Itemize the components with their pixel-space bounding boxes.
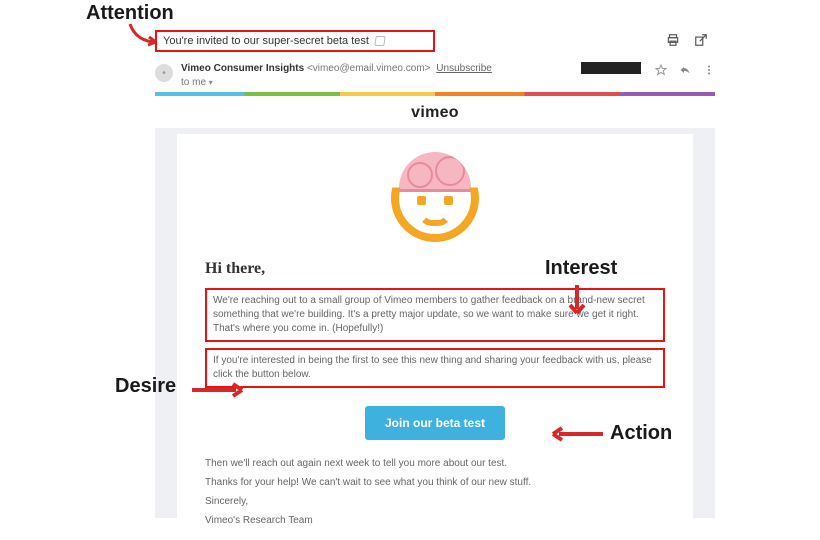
email-card: Hi there, We're reaching out to a small …	[177, 134, 693, 540]
email-body-container: vimeo Hi there, We're reaching out to a …	[155, 92, 715, 518]
print-icon[interactable]	[666, 33, 680, 47]
brand-logo: vimeo	[155, 96, 715, 128]
star-icon[interactable]	[655, 64, 667, 76]
paragraph-desire: If you're interested in being the first …	[205, 348, 665, 388]
chevron-down-icon[interactable]: ▾	[209, 78, 213, 87]
subject-text: You're invited to our super-secret beta …	[163, 35, 369, 47]
arrow-interest	[565, 283, 589, 317]
sender-name: Vimeo Consumer Insights	[181, 63, 304, 74]
open-new-icon[interactable]	[694, 33, 708, 47]
to-line: to me	[181, 77, 206, 88]
arrow-action	[545, 424, 605, 444]
aida-email-illustration: Attention You're invited to our super-se…	[0, 0, 820, 518]
signature: Vimeo's Research Team	[205, 513, 665, 528]
email-header: • Vimeo Consumer Insights <vimeo@email.v…	[155, 62, 715, 89]
annotation-desire: Desire	[115, 375, 176, 398]
message-top-actions	[666, 33, 708, 47]
sender-address: <vimeo@email.vimeo.com>	[307, 63, 431, 74]
annotation-action: Action	[610, 422, 672, 445]
cta-button[interactable]: Join our beta test	[365, 406, 505, 440]
arrow-desire	[190, 380, 248, 400]
annotation-interest: Interest	[545, 257, 617, 280]
after-text: Then we'll reach out again next week to …	[205, 448, 665, 528]
more-icon[interactable]	[703, 64, 715, 76]
label-chip-icon	[374, 36, 385, 46]
after-line-2: Thanks for your help! We can't wait to s…	[205, 475, 665, 490]
after-line-1: Then we'll reach out again next week to …	[205, 456, 665, 471]
header-action-icons	[655, 64, 715, 76]
signoff: Sincerely,	[205, 494, 665, 509]
redacted-date	[581, 62, 641, 74]
avatar: •	[155, 64, 173, 82]
unsubscribe-link[interactable]: Unsubscribe	[436, 63, 492, 74]
reply-icon[interactable]	[679, 64, 691, 76]
hero-illustration	[205, 152, 665, 260]
subject-box: You're invited to our super-secret beta …	[155, 30, 435, 52]
sender-block: Vimeo Consumer Insights <vimeo@email.vim…	[181, 62, 492, 89]
paragraph-interest: We're reaching out to a small group of V…	[205, 288, 665, 342]
